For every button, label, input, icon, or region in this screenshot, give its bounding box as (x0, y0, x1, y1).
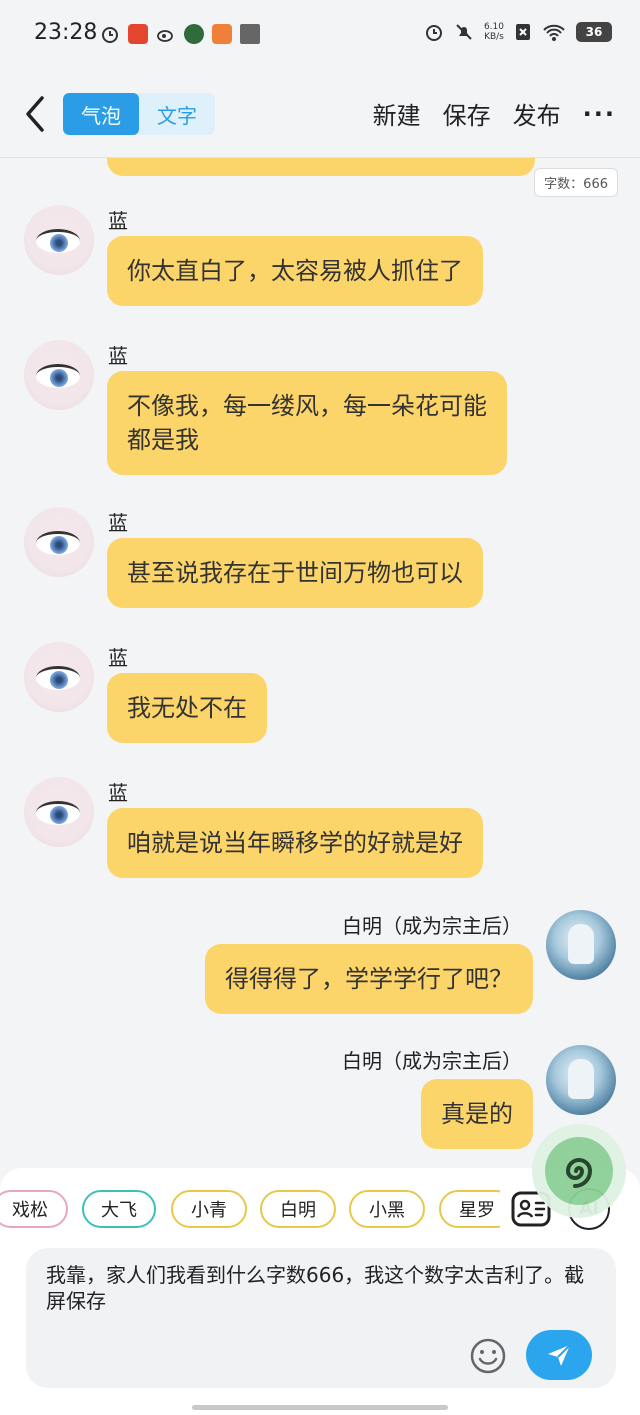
message-bubble-partial[interactable] (107, 158, 535, 176)
message-bubble[interactable]: 真是的 (421, 1079, 533, 1149)
shopping-app-icon (128, 24, 148, 44)
message-text: 甚至说我存在于世间万物也可以 (127, 559, 463, 587)
spiral-icon (565, 1158, 593, 1188)
avatar[interactable] (24, 507, 94, 577)
avatar[interactable] (24, 340, 94, 410)
emoji-icon[interactable] (469, 1337, 507, 1375)
send-icon (548, 1344, 571, 1366)
mute-bell-icon (456, 24, 472, 40)
battery-indicator: 36 (576, 22, 612, 42)
sender-name: 蓝 (108, 646, 128, 670)
message-bubble[interactable]: 甚至说我存在于世间万物也可以 (107, 538, 483, 608)
home-indicator[interactable] (192, 1405, 448, 1410)
back-arrow-icon[interactable] (20, 94, 50, 134)
top-toolbar: 气泡 文字 新建 保存 发布 ··· (0, 70, 640, 158)
character-chip[interactable]: 星罗 (439, 1190, 500, 1228)
chat-message: 蓝 甚至说我存在于世间万物也可以 (0, 507, 640, 617)
sender-name: 白明（成为宗主后） (342, 1049, 522, 1073)
chat-message: 蓝 不像我，每一缕风，每一朵花可能 都是我 (0, 340, 640, 490)
message-input-text[interactable]: 我靠，家人们我看到什么字数666，我这个数字太吉利了。截屏保存 (46, 1262, 591, 1314)
alarm-icon (425, 25, 442, 41)
message-text-line: 不像我，每一缕风，每一朵花可能 (127, 392, 487, 420)
mode-switch: 气泡 文字 (63, 93, 215, 135)
sender-name: 蓝 (108, 209, 128, 233)
avatar[interactable] (24, 642, 94, 712)
message-text: 你太直白了，太容易被人抓住了 (127, 257, 463, 285)
message-bubble[interactable]: 不像我，每一缕风，每一朵花可能 都是我 (107, 371, 507, 475)
more-menu-button[interactable]: ··· (583, 100, 616, 128)
new-button[interactable]: 新建 (373, 96, 421, 131)
sender-name: 蓝 (108, 511, 128, 535)
avatar[interactable] (24, 205, 94, 275)
message-text: 得得得了，学学学行了吧？ (225, 965, 513, 993)
screen: 23:28 6.10 KB/s 36 气泡 文字 新建 保存 发布 ··· 字数… (0, 0, 640, 1415)
composer-panel: 戏松 大飞 小青 白明 小黑 星罗 AI 我靠，家人们我看到什么字数666，我这… (0, 1168, 640, 1415)
message-bubble[interactable]: 得得得了，学学学行了吧？ (205, 944, 533, 1014)
character-chip[interactable]: 白明 (260, 1190, 336, 1228)
message-bubble[interactable]: 我无处不在 (107, 673, 267, 743)
app-placeholder-icon (240, 24, 260, 44)
character-chip[interactable]: 戏松 (0, 1190, 68, 1228)
weibo-icon (157, 30, 173, 42)
alarm-icon (102, 27, 118, 43)
word-count-badge: 字数：666 (534, 168, 618, 197)
chat-area: 字数：666 蓝 你太直白了，太容易被人抓住了 蓝 不像我，每一缕风，每一朵花可… (0, 158, 640, 1168)
character-chip[interactable]: 小黑 (349, 1190, 425, 1228)
character-chip[interactable]: 大飞 (82, 1190, 156, 1228)
message-text: 咱就是说当年瞬移学的好就是好 (127, 829, 463, 857)
status-time: 23:28 (34, 20, 98, 45)
chat-message: 蓝 你太直白了，太容易被人抓住了 (0, 205, 640, 315)
wifi-icon (543, 24, 565, 41)
avatar[interactable] (546, 1045, 616, 1115)
game-app-icon (212, 24, 232, 44)
sender-name: 蓝 (108, 344, 128, 368)
character-chip[interactable]: 小青 (171, 1190, 247, 1228)
sender-name: 蓝 (108, 781, 128, 805)
message-input[interactable]: 我靠，家人们我看到什么字数666，我这个数字太吉利了。截屏保存 (26, 1248, 616, 1388)
send-button[interactable] (526, 1330, 592, 1380)
notification-icons (100, 24, 260, 44)
tab-text[interactable]: 文字 (139, 93, 215, 135)
spiral-app-icon (184, 24, 204, 44)
system-icons: 6.10 KB/s 36 (424, 22, 612, 42)
status-bar: 23:28 6.10 KB/s 36 (0, 0, 640, 70)
save-button[interactable]: 保存 (443, 96, 491, 131)
message-bubble[interactable]: 你太直白了，太容易被人抓住了 (107, 236, 483, 306)
floating-assistant-button[interactable] (532, 1124, 626, 1218)
net-speed: 6.10 KB/s (483, 22, 504, 42)
no-sim-icon (516, 24, 530, 40)
message-text: 真是的 (441, 1100, 513, 1128)
message-bubble[interactable]: 咱就是说当年瞬移学的好就是好 (107, 808, 483, 878)
message-text: 我无处不在 (127, 694, 247, 722)
character-chip-row[interactable]: 戏松 大飞 小青 白明 小黑 星罗 (0, 1190, 500, 1230)
sender-name: 白明（成为宗主后） (342, 914, 522, 938)
chat-message: 蓝 我无处不在 (0, 642, 640, 752)
chat-message: 白明（成为宗主后） 得得得了，学学学行了吧？ (0, 910, 640, 1020)
chat-message: 蓝 咱就是说当年瞬移学的好就是好 (0, 777, 640, 887)
avatar[interactable] (24, 777, 94, 847)
publish-button[interactable]: 发布 (513, 96, 561, 131)
tab-bubble[interactable]: 气泡 (63, 93, 139, 135)
header-actions: 新建 保存 发布 ··· (373, 96, 616, 131)
message-text-line: 都是我 (127, 426, 199, 454)
avatar[interactable] (546, 910, 616, 980)
